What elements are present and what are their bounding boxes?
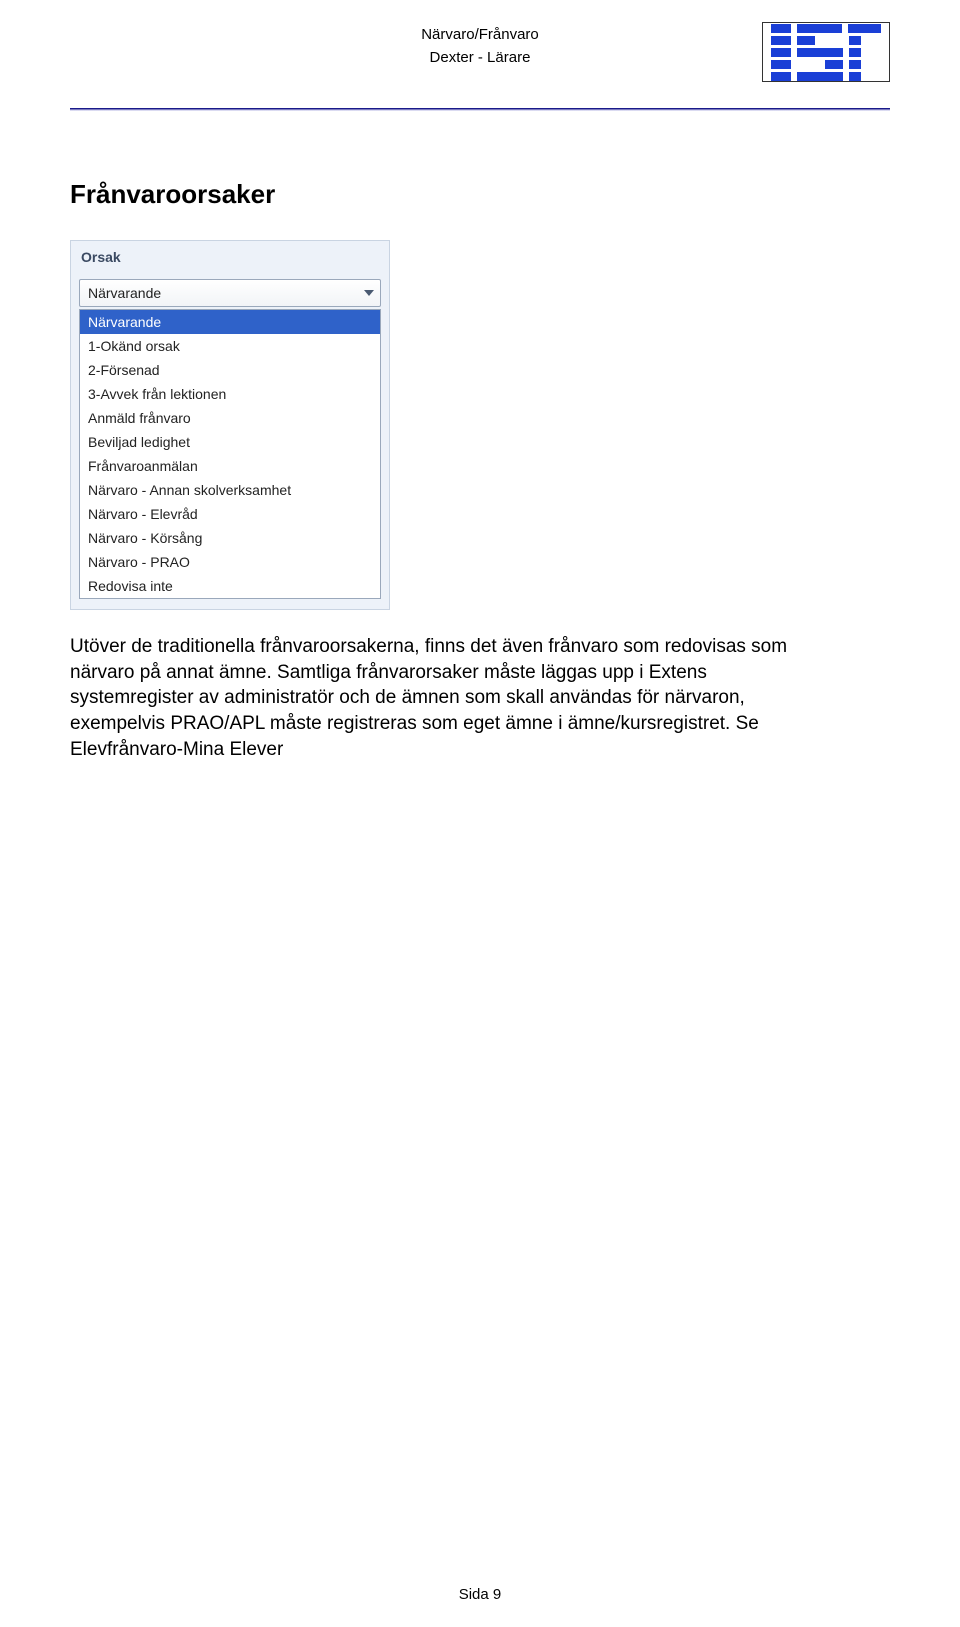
page-header: Närvaro/Frånvaro Dexter - Lärare bbox=[70, 20, 890, 90]
section-title: Frånvaroorsaker bbox=[70, 179, 890, 210]
orsak-option[interactable]: Närvaro - Annan skolverksamhet bbox=[80, 478, 380, 502]
orsak-label: Orsak bbox=[79, 247, 381, 279]
orsak-option[interactable]: 3-Avvek från lektionen bbox=[80, 382, 380, 406]
chevron-down-icon bbox=[364, 290, 374, 296]
header-titles: Närvaro/Frånvaro Dexter - Lärare bbox=[421, 20, 539, 90]
orsak-panel: Orsak Närvarande Närvarande1-Okänd orsak… bbox=[70, 240, 390, 610]
body-paragraph: Utöver de traditionella frånvaroorsakern… bbox=[70, 634, 810, 762]
orsak-listbox[interactable]: Närvarande1-Okänd orsak2-Försenad3-Avvek… bbox=[79, 309, 381, 599]
orsak-option[interactable]: Närvaro - Elevråd bbox=[80, 502, 380, 526]
ist-logo bbox=[762, 22, 890, 82]
orsak-option[interactable]: Beviljad ledighet bbox=[80, 430, 380, 454]
page-footer: Sida 9 bbox=[0, 1586, 960, 1603]
orsak-option[interactable]: Närvarande bbox=[80, 310, 380, 334]
orsak-option[interactable]: 1-Okänd orsak bbox=[80, 334, 380, 358]
orsak-option[interactable]: Närvaro - PRAO bbox=[80, 550, 380, 574]
orsak-option[interactable]: 2-Försenad bbox=[80, 358, 380, 382]
page: Närvaro/Frånvaro Dexter - Lärare bbox=[0, 0, 960, 1627]
orsak-option[interactable]: Frånvaroanmälan bbox=[80, 454, 380, 478]
orsak-select[interactable]: Närvarande bbox=[79, 279, 381, 307]
orsak-option[interactable]: Redovisa inte bbox=[80, 574, 380, 598]
orsak-select-value: Närvarande bbox=[88, 285, 161, 301]
header-title-1: Närvaro/Frånvaro bbox=[421, 24, 539, 47]
header-title-2: Dexter - Lärare bbox=[421, 47, 539, 70]
orsak-option[interactable]: Anmäld frånvaro bbox=[80, 406, 380, 430]
orsak-option[interactable]: Närvaro - Körsång bbox=[80, 526, 380, 550]
header-divider bbox=[70, 108, 890, 111]
